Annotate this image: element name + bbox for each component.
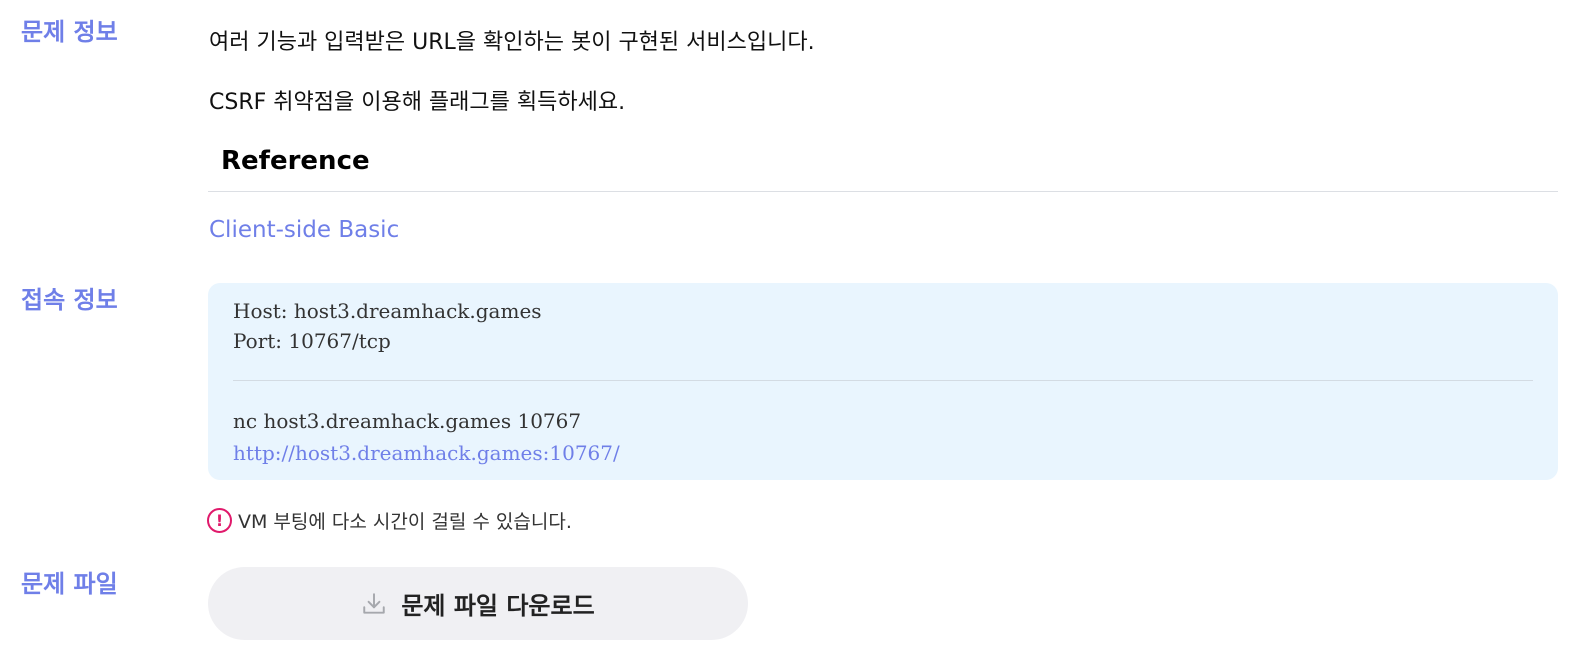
connection-info-box: Host: host3.dreamhack.games Port: 10767/… bbox=[208, 283, 1558, 480]
port-text: Port: 10767/tcp bbox=[233, 329, 391, 353]
notice-text: VM 부팅에 다소 시간이 걸릴 수 있습니다. bbox=[238, 511, 572, 533]
description-line-2: CSRF 취약점을 이용해 플래그를 획득하세요. bbox=[209, 90, 626, 115]
download-file-button[interactable]: 문제 파일 다운로드 bbox=[208, 567, 748, 640]
host-text: Host: host3.dreamhack.games bbox=[233, 299, 542, 323]
section-label-connection-info: 접속 정보 bbox=[21, 286, 118, 314]
section-label-problem-info: 문제 정보 bbox=[21, 18, 118, 46]
description-line-1: 여러 기능과 입력받은 URL을 확인하는 봇이 구현된 서비스입니다. bbox=[209, 30, 815, 55]
section-label-problem-file: 문제 파일 bbox=[21, 570, 118, 598]
vm-boot-notice: ! VM 부팅에 다소 시간이 걸릴 수 있습니다. bbox=[207, 507, 572, 534]
nc-command-text[interactable]: nc host3.dreamhack.games 10767 bbox=[233, 409, 581, 433]
exclamation-circle-icon: ! bbox=[207, 508, 232, 533]
reference-heading: Reference bbox=[221, 146, 370, 176]
connection-divider bbox=[233, 380, 1533, 381]
download-button-label: 문제 파일 다운로드 bbox=[401, 592, 595, 620]
download-icon bbox=[363, 592, 386, 614]
reference-link[interactable]: Client-side Basic bbox=[209, 217, 399, 243]
service-url-link[interactable]: http://host3.dreamhack.games:10767/ bbox=[233, 441, 620, 465]
reference-divider bbox=[208, 191, 1558, 192]
